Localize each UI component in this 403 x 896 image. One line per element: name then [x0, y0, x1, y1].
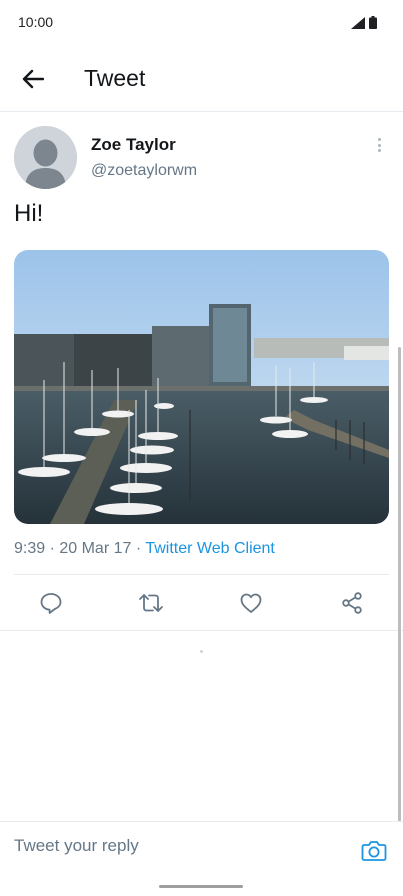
- reply-button[interactable]: [37, 589, 65, 617]
- tweet-client-link[interactable]: Twitter Web Client: [145, 540, 275, 557]
- top-bar: Tweet: [0, 46, 403, 112]
- camera-button[interactable]: [359, 837, 389, 863]
- reply-bar: [0, 821, 403, 873]
- author-name[interactable]: Zoe Taylor: [91, 135, 176, 155]
- meta-separator: ·: [131, 540, 146, 557]
- tweet-text: Hi!: [14, 200, 44, 227]
- divider: [0, 630, 403, 631]
- status-bar: 10:00: [0, 0, 403, 46]
- reply-icon: [40, 593, 62, 614]
- tweet-meta: 9:39 · 20 Mar 17 · Twitter Web Client: [14, 540, 275, 558]
- battery-icon: [369, 16, 377, 29]
- more-options-button[interactable]: [371, 135, 387, 155]
- back-button[interactable]: [14, 60, 52, 98]
- meta-separator: ·: [45, 540, 60, 557]
- like-icon: [240, 593, 262, 613]
- tweet-date: 20 Mar 17: [59, 540, 132, 557]
- tweet-photo[interactable]: [14, 250, 389, 524]
- author-handle[interactable]: @zoetaylorwm: [91, 162, 197, 180]
- default-avatar-icon: [14, 126, 77, 189]
- retweet-button[interactable]: [137, 589, 165, 617]
- more-dot-icon: [377, 149, 381, 152]
- reply-input[interactable]: [14, 836, 344, 856]
- harbor-marina-photo: [14, 250, 389, 524]
- tweet-time: 9:39: [14, 540, 46, 557]
- scrollbar[interactable]: [398, 347, 401, 822]
- page-title: Tweet: [84, 65, 146, 91]
- share-button[interactable]: [338, 589, 366, 617]
- status-time: 10:00: [18, 14, 54, 30]
- tweet-actions: [0, 575, 403, 630]
- camera-icon: [361, 841, 387, 861]
- retweet-icon: [139, 594, 163, 612]
- avatar[interactable]: [14, 126, 77, 189]
- signal-icon: [351, 16, 365, 29]
- more-dot-icon: [377, 143, 381, 147]
- gesture-nav-handle[interactable]: [159, 885, 243, 888]
- like-button[interactable]: [237, 589, 265, 617]
- status-icons: [351, 16, 377, 29]
- loading-indicator: [200, 650, 203, 653]
- share-icon: [342, 592, 362, 614]
- arrow-left-icon: [22, 69, 44, 89]
- more-dot-icon: [377, 138, 381, 141]
